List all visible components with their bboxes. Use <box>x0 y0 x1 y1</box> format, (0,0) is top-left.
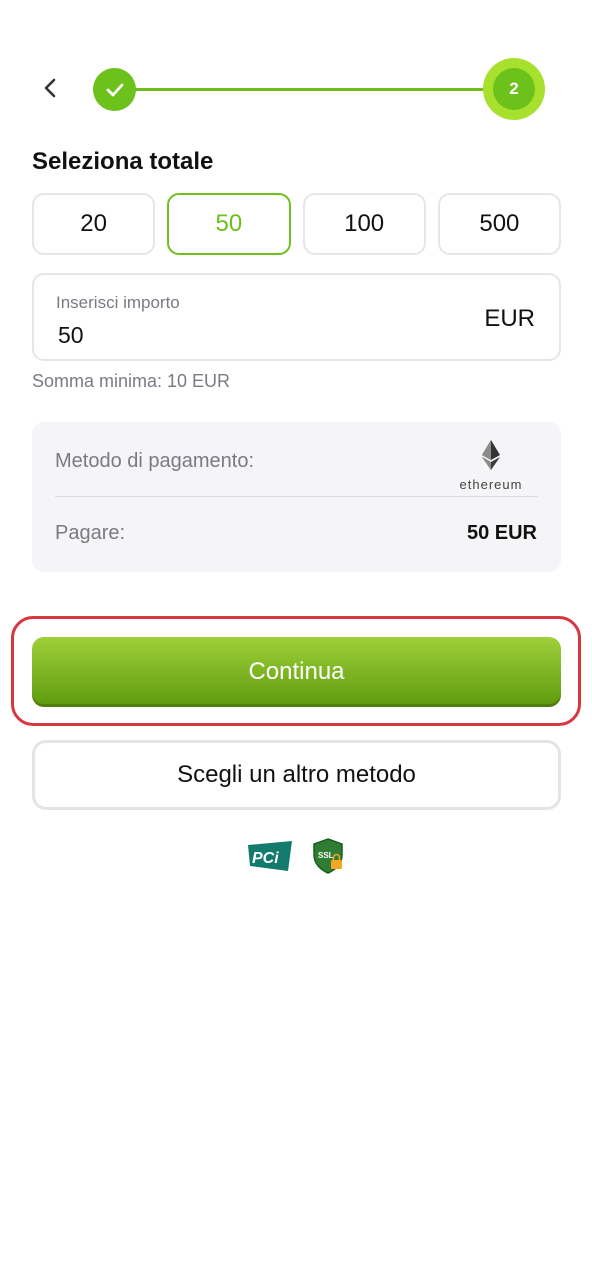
currency-label: EUR <box>484 305 535 332</box>
section-title: Seleziona totale <box>32 148 214 175</box>
progress-stepper: 2 <box>93 58 545 120</box>
amount-option-50[interactable]: 50 <box>167 193 291 255</box>
progress-line <box>133 88 487 91</box>
continue-button[interactable]: Continua <box>32 637 561 707</box>
chevron-left-icon <box>44 78 56 98</box>
step-number: 2 <box>493 68 535 110</box>
amount-field-label: Inserisci importo <box>56 293 180 312</box>
payment-summary: Metodo di pagamento: ethereum Pagare: 50… <box>32 422 561 572</box>
choose-other-method-button[interactable]: Scegli un altro metodo <box>32 740 561 810</box>
amount-field[interactable]: Inserisci importo EUR <box>32 273 561 361</box>
amount-option-20[interactable]: 20 <box>32 193 156 255</box>
pay-label: Pagare: <box>55 522 126 544</box>
ethereum-logo: ethereum <box>455 440 527 492</box>
check-icon <box>106 83 123 96</box>
amount-option-100[interactable]: 100 <box>302 193 426 255</box>
ssl-badge-text: SSL <box>318 851 334 860</box>
back-button[interactable] <box>34 72 66 104</box>
step-1-done <box>93 68 136 111</box>
pay-amount: 50 EUR <box>466 522 537 544</box>
payment-method-label: Metodo di pagamento: <box>55 450 255 472</box>
pci-badge-text: PCi <box>252 850 279 867</box>
summary-divider <box>55 496 538 497</box>
amount-options: 20 50 100 500 <box>32 193 561 255</box>
amount-option-500[interactable]: 500 <box>437 193 561 255</box>
ssl-badge-icon: SSL <box>313 838 343 874</box>
ethereum-logo-text: ethereum <box>459 477 523 492</box>
pci-badge-icon: PCi <box>248 841 292 871</box>
minimum-amount-note: Somma minima: 10 EUR <box>32 371 231 391</box>
security-badges: PCi SSL <box>246 838 350 874</box>
ethereum-icon <box>482 440 500 470</box>
step-2-current: 2 <box>483 58 545 120</box>
amount-input[interactable] <box>58 322 438 349</box>
